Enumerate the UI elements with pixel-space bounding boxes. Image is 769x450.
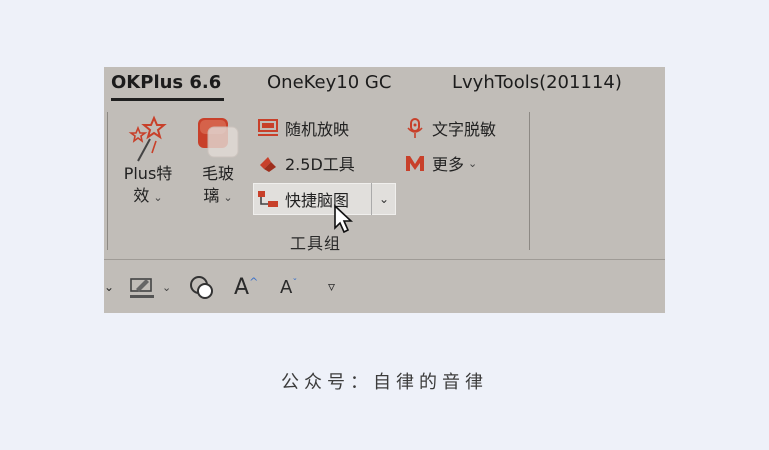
caption-text: 公众号：自律的音律 <box>281 372 488 393</box>
frosted-glass-label-2: 璃 ⌄ <box>203 186 233 205</box>
group-divider-right <box>529 112 530 250</box>
shape-3d-icon <box>257 152 279 174</box>
random-slideshow-button[interactable]: 随机放映 <box>257 113 349 143</box>
random-slideshow-label: 随机放映 <box>285 120 350 139</box>
more-label: 更多 <box>432 155 465 174</box>
tab-okplus[interactable]: OKPlus 6.6 <box>111 72 221 94</box>
plus-effect-label-1: Plus特 <box>123 164 173 183</box>
frosted-glass-button[interactable]: 毛玻 璃 ⌄ <box>192 115 244 209</box>
pen-color-button[interactable]: ⌄ <box>128 272 171 302</box>
mouse-cursor-icon <box>334 204 354 234</box>
ribbon: OKPlus 6.6 OneKey10 GC LvyhTools(201114)… <box>104 67 665 313</box>
group-divider-left <box>107 112 108 250</box>
m-icon <box>404 152 426 174</box>
pen-color-icon <box>130 278 154 298</box>
tab-onekey[interactable]: OneKey10 GC <box>267 72 391 94</box>
slideshow-icon <box>257 117 279 139</box>
plus-effect-button[interactable]: Plus特 效 ⌄ <box>118 115 178 209</box>
ribbon-qat-divider <box>104 259 665 260</box>
chevron-down-icon: ⌄ <box>104 280 115 294</box>
shape-outline-button[interactable] <box>188 272 216 302</box>
chevron-down-icon: ⌄ <box>378 192 390 206</box>
magic-wand-icon <box>128 115 167 162</box>
mindmap-dropdown-button[interactable]: ⌄ <box>371 183 396 215</box>
active-tab-underline <box>111 98 224 101</box>
two5d-tool-button[interactable]: 2.5D工具 <box>257 148 355 178</box>
tab-lvyhtools[interactable]: LvyhTools(201114) <box>452 72 622 94</box>
text-desensitize-label: 文字脱敏 <box>432 120 497 139</box>
font-increase-icon: A^ <box>234 274 259 300</box>
customize-qat-button[interactable]: ▿ <box>328 272 335 302</box>
chevron-down-icon: ⌄ <box>153 191 163 204</box>
font-increase-button[interactable]: A^ <box>234 272 258 302</box>
chevron-down-icon: ⌄ <box>468 156 478 170</box>
chevron-down-icon: ⌄ <box>223 191 233 204</box>
shape-outline-icon <box>190 276 213 299</box>
font-decrease-icon: Aˇ <box>280 276 298 298</box>
more-button[interactable]: 更多 ⌄ <box>404 148 477 178</box>
plus-effect-label-2: 效 ⌄ <box>133 186 163 205</box>
text-desensitize-button[interactable]: 文字脱敏 <box>404 113 496 143</box>
customize-qat-icon: ▿ <box>328 279 336 295</box>
qat-overflow-chevron[interactable]: ⌄ <box>104 272 114 302</box>
ribbon-tabs: OKPlus 6.6 OneKey10 GC LvyhTools(201114) <box>104 67 665 101</box>
microphone-icon <box>404 117 426 139</box>
frosted-glass-icon <box>198 118 239 158</box>
font-decrease-button[interactable]: Aˇ <box>280 272 297 302</box>
two5d-tool-label: 2.5D工具 <box>285 155 355 174</box>
mindmap-icon <box>257 188 279 210</box>
frosted-glass-label-1: 毛玻 <box>201 164 234 183</box>
chevron-down-icon: ⌄ <box>162 280 172 294</box>
